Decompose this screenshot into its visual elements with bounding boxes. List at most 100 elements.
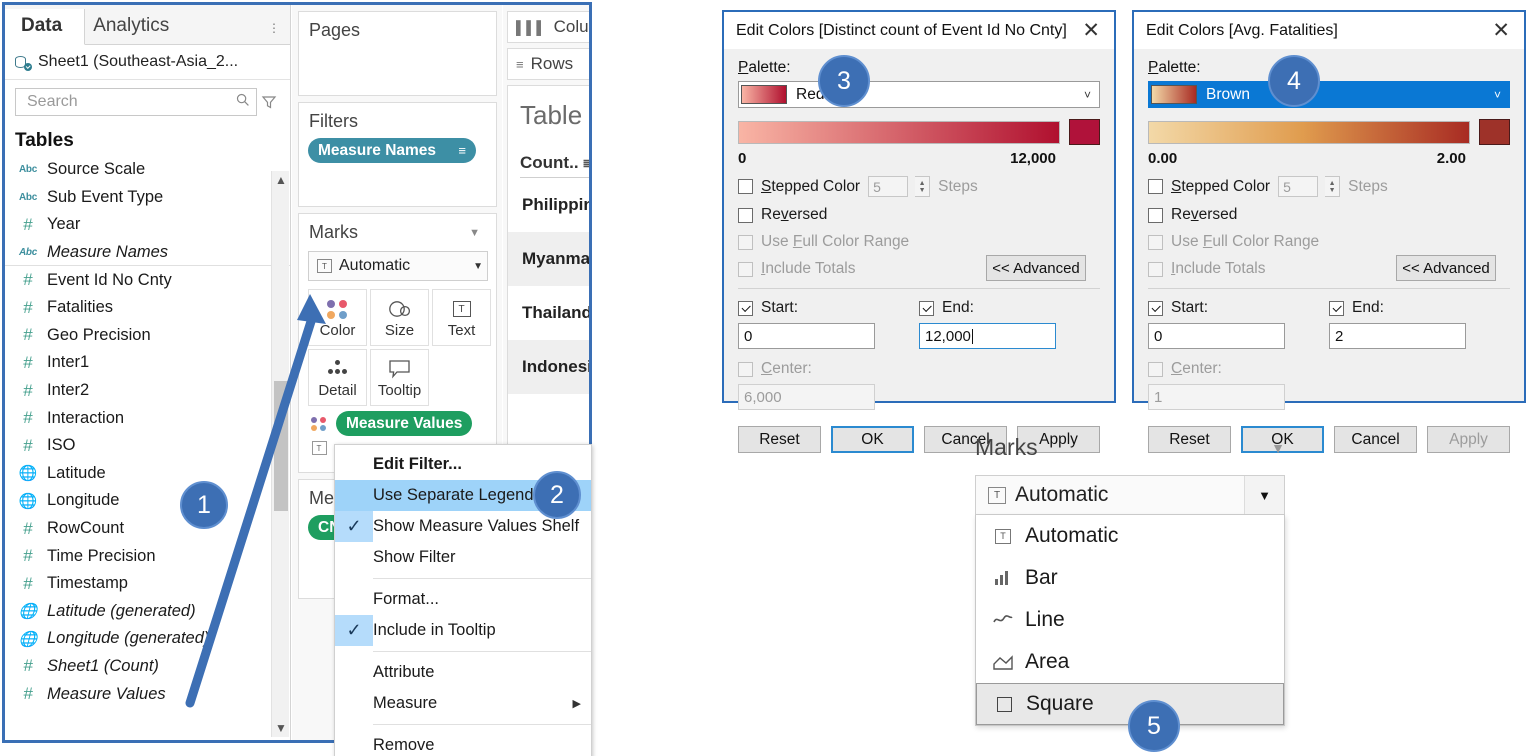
search-input[interactable] xyxy=(25,92,236,112)
tab-analytics[interactable]: Analytics xyxy=(85,9,183,44)
datasource-row[interactable]: Sheet1 (Southeast-Asia_2... xyxy=(5,45,290,80)
marks-detail-button[interactable]: Detail xyxy=(308,349,367,406)
field-item[interactable]: # ISO xyxy=(5,432,290,460)
filter-pill-measure-names[interactable]: Measure Names ≡ xyxy=(308,138,476,163)
field-item[interactable]: # Timestamp xyxy=(5,570,290,598)
scroll-up-icon[interactable]: ▲ xyxy=(272,171,290,189)
marks-option-bar[interactable]: Bar xyxy=(976,557,1284,599)
marks-size-button[interactable]: Size xyxy=(370,289,429,346)
marks-type-dropdown[interactable]: T Automatic ▼ xyxy=(308,251,488,281)
field-item[interactable]: # Fatalities xyxy=(5,294,290,322)
menu-item[interactable]: Format... xyxy=(335,584,591,615)
pane-collapse-icon[interactable]: ⋮ xyxy=(268,22,290,44)
field-item[interactable]: # Time Precision xyxy=(5,542,290,570)
steps-spinner-icon[interactable]: ▲ ▼ xyxy=(1325,176,1341,197)
tab-data[interactable]: Data xyxy=(5,9,86,45)
field-item[interactable]: # Event Id No Cnty xyxy=(5,266,290,294)
marks-collapse-icon[interactable]: ▼ xyxy=(469,227,480,239)
start-checkbox[interactable] xyxy=(1148,300,1163,316)
sheet-title: Table xyxy=(520,100,583,130)
end-checkbox[interactable] xyxy=(919,300,934,316)
columns-shelf[interactable]: ▌▌▌ Column xyxy=(507,11,589,43)
marks-tooltip-button[interactable]: Tooltip xyxy=(370,349,429,406)
menu-item[interactable]: Measure ▶ xyxy=(335,688,591,719)
filter-pill-menu-icon[interactable]: ≡ xyxy=(458,143,466,158)
start-input[interactable]: 0 xyxy=(1148,323,1285,349)
field-item[interactable]: # RowCount xyxy=(5,515,290,543)
ok-button[interactable]: OK xyxy=(830,426,915,453)
search-box[interactable] xyxy=(15,88,257,116)
field-item[interactable]: # Interaction xyxy=(5,404,290,432)
start-checkbox[interactable] xyxy=(738,300,753,316)
ramp-end-swatch[interactable] xyxy=(1069,119,1100,145)
marks-option-automatic[interactable]: T Automatic xyxy=(976,515,1284,557)
rows-shelf[interactable]: ≡ Rows xyxy=(507,48,589,80)
field-item[interactable]: # Sheet1 (Count) xyxy=(5,653,290,681)
end-input[interactable]: 12,000 xyxy=(919,323,1056,349)
field-item[interactable]: # Inter1 xyxy=(5,349,290,377)
field-item[interactable]: # Year xyxy=(5,211,290,239)
color-ramp[interactable] xyxy=(738,120,1060,144)
chevron-down-icon[interactable]: ▼ xyxy=(1244,476,1284,514)
end-checkbox[interactable] xyxy=(1329,300,1344,316)
field-item[interactable]: Abc Source Scale xyxy=(5,156,290,184)
marks-type-options[interactable]: T Automatic Bar Line Area Square xyxy=(975,515,1285,726)
field-item[interactable]: Abc Measure Names xyxy=(5,239,290,267)
steps-input[interactable]: 5 xyxy=(1278,176,1319,197)
menu-item[interactable]: Remove xyxy=(335,730,591,756)
dialog2-palette-select[interactable]: Brown ˅ xyxy=(1148,81,1510,108)
ramp-end-swatch[interactable] xyxy=(1479,119,1510,145)
close-icon[interactable]: ✕ xyxy=(1484,20,1518,41)
marks-type-combo[interactable]: T Automatic ▼ xyxy=(975,475,1285,515)
use-full-color-range-checkbox xyxy=(1148,234,1163,250)
pages-card[interactable]: Pages xyxy=(298,11,497,96)
advanced-button[interactable]: << Advanced xyxy=(986,255,1086,281)
table-row[interactable]: Indonesia xyxy=(508,340,589,394)
stepped-color-checkbox[interactable] xyxy=(738,179,753,194)
scrollbar-thumb[interactable] xyxy=(274,381,288,511)
field-item[interactable]: # Geo Precision xyxy=(5,322,290,350)
start-input[interactable]: 0 xyxy=(738,323,875,349)
color-ramp[interactable] xyxy=(1148,120,1470,144)
table-row[interactable]: Thailand xyxy=(508,286,589,340)
field-item[interactable]: 🌐 Latitude xyxy=(5,460,290,488)
column-header[interactable]: Count.. ≣ xyxy=(520,153,589,178)
menu-item[interactable]: ✓ Include in Tooltip xyxy=(335,615,591,646)
stepped-color-checkbox[interactable] xyxy=(1148,179,1163,194)
chevron-down-icon[interactable]: ▼ xyxy=(473,261,483,272)
marks-text-button[interactable]: T Text xyxy=(432,289,491,346)
reversed-checkbox[interactable] xyxy=(1148,207,1163,223)
field-item[interactable]: Abc Sub Event Type xyxy=(5,184,290,212)
menu-item[interactable]: Show Filter xyxy=(335,542,591,573)
field-item[interactable]: 🌐 Longitude (generated) xyxy=(5,625,290,653)
field-item[interactable]: # Measure Values xyxy=(5,680,290,708)
field-item[interactable]: 🌐 Longitude xyxy=(5,487,290,515)
marks-color-button[interactable]: Color xyxy=(308,289,367,346)
dialog1-palette-select[interactable]: Red ˅ xyxy=(738,81,1100,108)
filter-funnel-icon[interactable] xyxy=(257,90,281,114)
reset-button[interactable]: Reset xyxy=(738,426,821,453)
chevron-down-icon[interactable]: ˅ xyxy=(1084,88,1097,102)
marks-panel-collapse-icon[interactable]: ▼ xyxy=(1271,440,1285,456)
field-item[interactable]: # Inter2 xyxy=(5,377,290,405)
end-input[interactable]: 2 xyxy=(1329,323,1466,349)
scroll-down-icon[interactable]: ▼ xyxy=(272,719,290,737)
marks-option-line[interactable]: Line xyxy=(976,599,1284,641)
field-item[interactable]: 🌐 Latitude (generated) xyxy=(5,598,290,626)
chevron-down-icon[interactable]: ˅ xyxy=(1494,88,1507,102)
reversed-checkbox[interactable] xyxy=(738,207,753,223)
table-row[interactable]: Philippin xyxy=(508,178,589,232)
filters-card[interactable]: Filters Measure Names ≡ xyxy=(298,102,497,207)
marks-option-area[interactable]: Area xyxy=(976,641,1284,683)
sort-icon[interactable]: ≣ xyxy=(583,156,589,170)
table-row[interactable]: Myanmar xyxy=(508,232,589,286)
steps-input[interactable]: 5 xyxy=(868,176,909,197)
color-pill-measure-values[interactable]: Measure Values xyxy=(336,411,473,436)
field-list-scrollbar[interactable]: ▲ ▼ xyxy=(271,171,289,737)
close-icon[interactable]: ✕ xyxy=(1074,20,1108,41)
cancel-button[interactable]: Cancel xyxy=(1334,426,1418,453)
menu-item[interactable]: Attribute xyxy=(335,657,591,688)
field-label: Longitude xyxy=(47,491,120,510)
steps-spinner-icon[interactable]: ▲ ▼ xyxy=(915,176,931,197)
advanced-button[interactable]: << Advanced xyxy=(1396,255,1496,281)
